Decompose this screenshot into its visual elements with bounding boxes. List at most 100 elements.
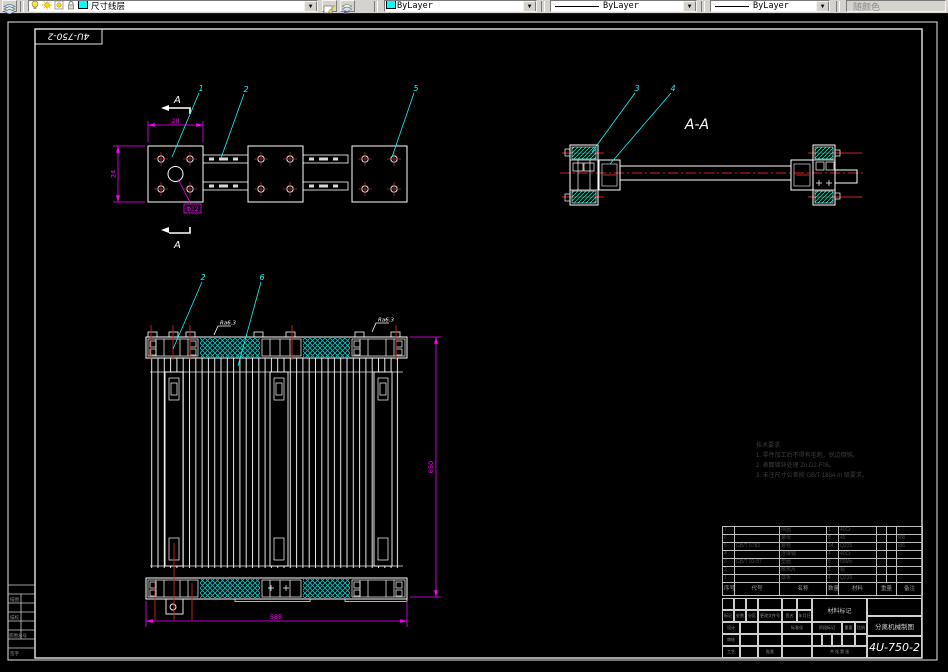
- dim-overall-height: 650: [427, 461, 435, 473]
- notes-line-1: 1. 零件加工后不得有毛刺，锐边倒钝。: [756, 453, 859, 459]
- toolbar-separator: [836, 1, 840, 12]
- section-mark-top: A: [161, 95, 191, 114]
- technical-notes: 技术要求 1. 零件加工后不得有毛刺，锐边倒钝。 2. 表面镀锌处理 Zn.D2…: [756, 441, 931, 481]
- margin-table-labels: 描图 描校 底图总号 签字: [9, 596, 27, 656]
- standard-label: 标准化: [782, 622, 812, 634]
- make-layer-current-icon: [323, 4, 336, 14]
- layers-dialog-button[interactable]: [2, 0, 17, 15]
- front-view: Ra6.3 Ra6.3 585 650 2 6: [145, 273, 441, 627]
- roughness-symbol-1: Ra6.3: [213, 321, 236, 336]
- freeze-sun-icon[interactable]: [42, 1, 52, 11]
- balloon-1: 1: [198, 84, 203, 93]
- process-label: 工艺: [722, 646, 740, 658]
- layers-icon: [3, 3, 16, 15]
- bom-row: 1 端板 4 Q235: [722, 574, 923, 583]
- color-dropdown[interactable]: ByLayer ▼: [384, 0, 537, 12]
- layer-dropdown[interactable]: 尺寸线层 ▼: [28, 0, 318, 12]
- svg-text:A: A: [173, 240, 181, 251]
- material-mark-label: 材料标记: [812, 598, 867, 622]
- current-linetype-value: ByLayer: [603, 1, 639, 11]
- sheet-info: 共 张 第 张: [812, 646, 867, 658]
- linetype-sample: [555, 5, 599, 7]
- company-name: 分离机械制图: [867, 616, 922, 636]
- svg-text:签字: 签字: [10, 650, 19, 656]
- layer-previous-button[interactable]: [340, 0, 355, 15]
- top-view: A A 28 24 Φ12 1 2 5: [110, 84, 419, 251]
- balloon-5: 5: [413, 84, 418, 93]
- dim-height: 24: [110, 170, 118, 178]
- bulb-icon[interactable]: [30, 1, 40, 11]
- notes-title: 技术要求: [756, 443, 781, 449]
- rev-label: 分区: [746, 610, 758, 622]
- rev-label: 处数: [734, 610, 746, 622]
- toolbar-separator: [541, 1, 545, 12]
- dim-width: 28: [171, 117, 179, 125]
- dim-overall-width: 585: [270, 613, 282, 621]
- linetype-dropdown[interactable]: ByLayer ▼: [550, 0, 697, 12]
- drawing-number: 4U-750-2: [867, 636, 922, 658]
- notes-line-3: 3. 未注尺寸公差按 GB/T 1804-m 级要求。: [756, 473, 868, 479]
- plotstyle-dropdown: 随颜色: [846, 0, 946, 12]
- svg-text:Ra6.3: Ra6.3: [220, 321, 236, 327]
- bom-header-row: 序号 代号 名称 数量 材料 重量 备注: [722, 582, 923, 596]
- svg-text:描图: 描图: [10, 596, 19, 603]
- lineweight-dropdown-arrow[interactable]: ▼: [816, 1, 829, 11]
- approve-label: 批准: [758, 646, 782, 658]
- rev-label: 更改文件号: [758, 610, 782, 622]
- make-object-layer-current-button[interactable]: [322, 0, 337, 14]
- balloon-4: 4: [670, 84, 675, 93]
- rev-label: 签名: [782, 610, 797, 622]
- current-color-value: ByLayer: [397, 1, 433, 11]
- layer-dropdown-arrow[interactable]: ▼: [304, 1, 317, 11]
- svg-text:Ra6.3: Ra6.3: [378, 318, 394, 324]
- plotstyle-value: 随颜色: [853, 1, 881, 12]
- balloon-2b: 2: [200, 273, 205, 282]
- drawing-canvas[interactable]: 4U-750-2 描图 描校 底图总号 签字 A A 28 24 Φ12 1 2…: [0, 13, 948, 672]
- svg-text:底图总号: 底图总号: [9, 632, 27, 639]
- bom-row: 6 螺母 8 45 M8: [722, 534, 923, 543]
- color-dropdown-arrow[interactable]: ▼: [523, 1, 536, 11]
- section-view: A-A 3 4: [560, 84, 866, 206]
- lineweight-sample: [715, 5, 749, 7]
- section-mark-bottom: A: [161, 227, 191, 251]
- layer-color-swatch[interactable]: [78, 1, 88, 11]
- viewport-freeze-icon[interactable]: [54, 1, 64, 11]
- corner-drawing-number: 4U-750-2: [47, 31, 89, 41]
- roughness-symbol-2: Ra6.3: [371, 318, 394, 333]
- cad-application-window: { "toolbar": { "layer_combo": { "value":…: [0, 0, 948, 672]
- rev-label: 年月日: [797, 610, 812, 622]
- stage-label: 阶段标记: [812, 622, 842, 634]
- svg-text:描校: 描校: [10, 614, 19, 621]
- bom-row: 4 连接轴 4 40Cr: [722, 550, 923, 559]
- color-swatch: [386, 1, 396, 11]
- current-layer-name: 尺寸线层: [91, 1, 126, 11]
- design-label: 设计: [722, 622, 740, 634]
- notes-line-2: 2. 表面镀锌处理 Zn.D2-F05。: [756, 463, 836, 469]
- linetype-dropdown-arrow[interactable]: ▼: [683, 1, 696, 11]
- top-view-dimensions: [113, 121, 204, 214]
- weight-label: 重量: [842, 622, 855, 634]
- bom-row: 7 挡圈 1 40Cr: [722, 526, 923, 535]
- title-block: 标记 处数 分区 更改文件号 签名 年月日 设计 标准化 审核 工艺 批准 材料…: [722, 598, 922, 658]
- toolbar-separator: [20, 1, 24, 12]
- rev-label: 标记: [722, 610, 734, 622]
- layer-previous-icon: [341, 3, 353, 15]
- current-lineweight-value: ByLayer: [753, 1, 789, 11]
- toolbar-separator: [374, 1, 378, 12]
- check-label: 审核: [722, 634, 740, 646]
- layers-properties-toolbar: 尺寸线层 ▼ ByLayer ▼ ByLayer ▼ ByLayer ▼ 随颜色: [0, 0, 948, 15]
- svg-text:A: A: [173, 95, 181, 106]
- balloon-2: 2: [243, 85, 248, 94]
- section-view-title: A-A: [684, 117, 709, 133]
- scale-label: 比例: [855, 622, 867, 634]
- hole-diameter-label: Φ12: [186, 206, 199, 213]
- bom-row: 2 散热片 2 铝: [722, 566, 923, 575]
- bom-row: 5 GB/T 5783 螺栓 24 Q235 M6: [722, 542, 923, 551]
- lock-icon[interactable]: [66, 1, 76, 11]
- balloon-3: 3: [634, 84, 639, 93]
- toolbar-separator: [701, 1, 705, 12]
- bom-row: 3 GB/T 93-87 垫圈 8 65Mn: [722, 558, 923, 567]
- top-view-balloons: [171, 92, 415, 159]
- lineweight-dropdown[interactable]: ByLayer ▼: [710, 0, 830, 12]
- balloon-6: 6: [259, 273, 264, 282]
